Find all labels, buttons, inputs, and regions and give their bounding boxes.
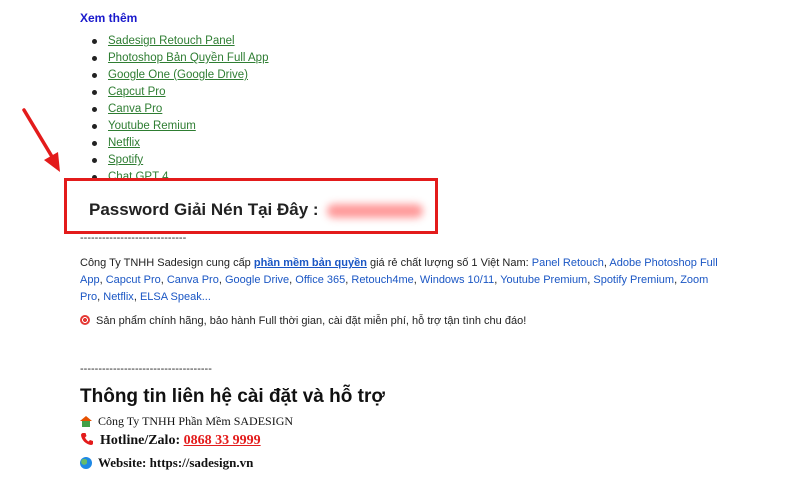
list-item: Spotify xyxy=(91,152,268,169)
list-item: Google One (Google Drive) xyxy=(91,67,268,84)
hotline-row: Hotline/Zalo: 0868 33 9999 xyxy=(80,432,261,449)
guarantee-line: Sản phẩm chính hãng, bảo hành Full thời … xyxy=(80,315,526,327)
link-product[interactable]: Capcut Pro xyxy=(106,274,161,286)
red-arrow-icon xyxy=(22,108,60,172)
website-url: https://sadesign.vn xyxy=(149,455,254,470)
link-product[interactable]: Panel Retouch xyxy=(532,257,604,269)
link-netflix[interactable]: Netflix xyxy=(108,137,140,149)
link-youtube[interactable]: Youtube Remium xyxy=(108,120,196,132)
list-item: Youtube Remium xyxy=(91,118,268,135)
list-item: Photoshop Bản Quyền Full App xyxy=(91,50,268,67)
password-highlight-box: Password Giải Nén Tại Đây : xyxy=(64,178,438,234)
link-spotify[interactable]: Spotify xyxy=(108,154,143,166)
globe-icon xyxy=(80,457,92,469)
hotline-link[interactable]: 0868 33 9999 xyxy=(184,433,261,448)
company-paragraph: Công Ty TNHH Sadesign cung cấp phần mềm … xyxy=(80,257,718,303)
list-item: Sadesign Retouch Panel xyxy=(91,33,268,50)
link-product[interactable]: Spotify Premium xyxy=(593,274,674,286)
divider: ----------------------------- xyxy=(80,232,187,244)
link-product[interactable]: Netflix xyxy=(103,291,134,303)
link-product[interactable]: Youtube Premium xyxy=(500,274,587,286)
divider: ------------------------------------ xyxy=(80,363,212,375)
company-row: Công Ty TNHH Phần Mềm SADESIGN xyxy=(80,414,293,429)
link-google-one[interactable]: Google One (Google Drive) xyxy=(108,69,248,81)
house-icon xyxy=(80,416,92,427)
link-capcut-pro[interactable]: Capcut Pro xyxy=(108,86,166,98)
link-product[interactable]: Retouch4me xyxy=(351,274,413,286)
link-product[interactable]: Google Drive xyxy=(225,274,289,286)
link-product[interactable]: ELSA Speak... xyxy=(140,291,211,303)
list-item: Netflix xyxy=(91,135,268,152)
target-icon xyxy=(80,315,90,325)
blurred-password xyxy=(327,203,424,218)
link-sadesign-retouch-panel[interactable]: Sadesign Retouch Panel xyxy=(108,35,235,47)
list-item: Canva Pro xyxy=(91,101,268,118)
password-label: Password Giải Nén Tại Đây : xyxy=(89,200,424,220)
website-row: Website: https://sadesign.vn xyxy=(80,455,253,471)
list-item: Capcut Pro xyxy=(91,84,268,101)
related-links-list: Sadesign Retouch Panel Photoshop Bản Quy… xyxy=(80,33,268,186)
contact-heading: Thông tin liên hệ cài đặt và hỗ trợ xyxy=(80,386,385,407)
link-canva-pro[interactable]: Canva Pro xyxy=(108,103,162,115)
see-more-heading: Xem thêm xyxy=(80,11,138,25)
link-product[interactable]: Canva Pro xyxy=(167,274,219,286)
link-product[interactable]: Windows 10/11 xyxy=(420,274,494,286)
link-ban-quyen[interactable]: phần mềm bản quyền xyxy=(254,257,367,269)
phone-icon xyxy=(81,433,93,445)
link-photoshop[interactable]: Photoshop Bản Quyền Full App xyxy=(108,52,268,64)
link-product[interactable]: Office 365 xyxy=(295,274,345,286)
